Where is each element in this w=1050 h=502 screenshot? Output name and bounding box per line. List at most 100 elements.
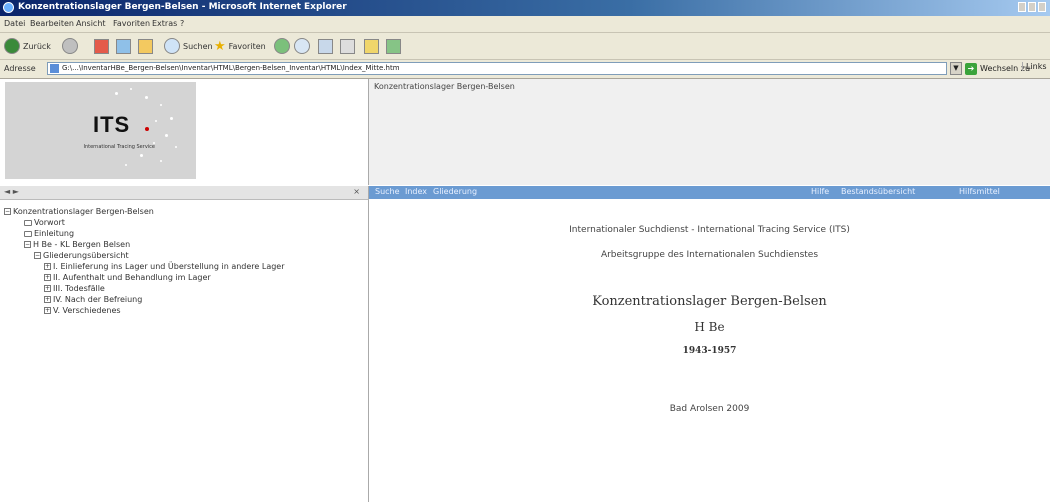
ie-icon [3,2,14,13]
tree-item-hbe[interactable]: − H Be - KL Bergen Belsen [24,240,130,249]
address-label: Adresse [4,64,36,73]
document-code: H Be [694,320,725,334]
window-titlebar: Konzentrationslager Bergen-Belsen - Micr… [0,0,1050,16]
forward-button[interactable] [62,37,78,55]
tree-item-section-3[interactable]: + III. Todesfälle [44,284,105,293]
minimize-button[interactable] [1018,2,1026,12]
history-button[interactable] [294,37,310,55]
nav-search[interactable]: Suche [375,187,400,196]
document-years: 1943-1957 [682,346,737,356]
tree-label: Einleitung [34,229,75,238]
go-button[interactable]: ➔ Wechseln zu [965,62,1030,75]
mail-button[interactable] [318,37,333,55]
search-icon [164,38,180,54]
content-nav-bar: Suche Index Gliederung Hilfe Bestandsübe… [369,186,1050,199]
home-icon [138,38,153,54]
favorites-star-icon: ★ [214,38,226,54]
expand-icon: + [44,274,51,281]
address-input[interactable]: G:\...\InventarHBe_Bergen-Belsen\Inventa… [47,62,947,75]
menu-help[interactable]: ? [180,19,184,28]
go-arrow-icon: ➔ [965,62,977,75]
window-title: Konzentrationslager Bergen-Belsen - Micr… [18,2,347,12]
refresh-icon [116,38,131,54]
tree-item-einleitung[interactable]: Einleitung [24,229,74,238]
menu-file[interactable]: Datei [4,19,25,28]
home-button[interactable] [138,37,153,55]
messenger-button[interactable] [386,37,401,55]
tree-label: Vorwort [34,218,65,227]
search-label: Suchen [183,41,213,51]
tree-nav-arrows[interactable]: ◄ ► [4,187,19,196]
refresh-button[interactable] [116,37,131,55]
tree-item-section-1[interactable]: + I. Einlieferung ins Lager und Überstel… [44,262,285,271]
its-logo: ITS International Tracing Service [5,82,196,179]
collapse-icon: − [4,208,11,215]
menu-view[interactable]: Ansicht [76,19,106,28]
back-button[interactable]: Zurück [4,37,51,55]
tree-toolbar: ◄ ► × [0,186,369,200]
favorites-button[interactable]: ★ Favoriten [214,37,266,55]
tree-item-section-5[interactable]: + V. Verschiedenes [44,306,121,315]
address-bar: Adresse G:\...\InventarHBe_Bergen-Belsen… [0,60,1050,79]
page-icon [24,230,32,237]
nav-finding-aids[interactable]: Hilfsmittel [959,187,1000,196]
tree-item-gliederung[interactable]: − Gliederungsübersicht [34,251,129,260]
back-label: Zurück [23,41,51,51]
page-icon [50,64,59,73]
folder-button[interactable] [364,37,379,55]
links-button[interactable]: Links [1022,62,1047,71]
expand-icon: + [44,296,51,303]
breadcrumb: Konzentrationslager Bergen-Belsen [374,82,515,91]
tree-item-vorwort[interactable]: Vorwort [24,218,65,227]
tree-label: I. Einlieferung ins Lager und Überstellu… [53,262,285,271]
tree-label: III. Todesfälle [53,284,105,293]
forward-arrow-icon [62,38,78,54]
collapse-icon: − [34,252,41,259]
collapse-icon: − [24,241,31,248]
tree-label: IV. Nach der Befreiung [53,295,143,304]
tree-label: H Be - KL Bergen Belsen [33,240,131,249]
maximize-button[interactable] [1028,2,1036,12]
nav-outline[interactable]: Gliederung [433,187,477,196]
organization-name: Internationaler Suchdienst - Internation… [569,225,850,235]
nav-overview[interactable]: Bestandsübersicht [841,187,915,196]
tree-label: Gliederungsübersicht [43,251,129,260]
menu-favorites[interactable]: Favoriten [113,19,150,28]
favorites-label: Favoriten [228,41,266,51]
close-button[interactable] [1038,2,1046,12]
back-arrow-icon [4,38,20,54]
navigation-tree: − Konzentrationslager Bergen-Belsen Vorw… [0,200,369,502]
document-content: Internationaler Suchdienst - Internation… [369,200,1050,502]
nav-index[interactable]: Index [405,187,427,196]
folder-icon [364,38,379,54]
address-dropdown-button[interactable]: ▼ [950,62,962,75]
print-button[interactable] [340,37,355,55]
logo-frame: ITS International Tracing Service [0,79,369,185]
history-icon [294,38,310,54]
document-title: Konzentrationslager Bergen-Belsen [592,294,827,309]
messenger-icon [386,38,401,54]
expand-icon: + [44,307,51,314]
print-icon [340,38,355,54]
logo-subtitle: International Tracing Service [83,144,156,150]
media-button[interactable] [274,37,290,55]
window-controls [1018,2,1046,13]
tree-label: II. Aufenthalt und Behandlung im Lager [53,273,211,282]
department-name: Arbeitsgruppe des Internationalen Suchdi… [600,250,819,260]
tree-item-root[interactable]: − Konzentrationslager Bergen-Belsen [4,207,154,216]
address-url: G:\...\InventarHBe_Bergen-Belsen\Inventa… [62,64,400,72]
page-icon [24,219,32,226]
tree-item-section-2[interactable]: + II. Aufenthalt und Behandlung im Lager [44,273,211,282]
expand-icon: + [44,285,51,292]
nav-help[interactable]: Hilfe [811,187,829,196]
toolbar: Zurück Suchen ★ Favoriten [0,33,1050,60]
menu-tools[interactable]: Extras [152,19,177,28]
menu-edit[interactable]: Bearbeiten [30,19,74,28]
search-button[interactable]: Suchen [164,37,213,55]
stop-button[interactable] [94,37,109,55]
media-icon [274,38,290,54]
tree-close-icon[interactable]: × [353,187,360,196]
logo-red-dot [145,127,149,131]
tree-item-section-4[interactable]: + IV. Nach der Befreiung [44,295,142,304]
mail-icon [318,38,333,54]
